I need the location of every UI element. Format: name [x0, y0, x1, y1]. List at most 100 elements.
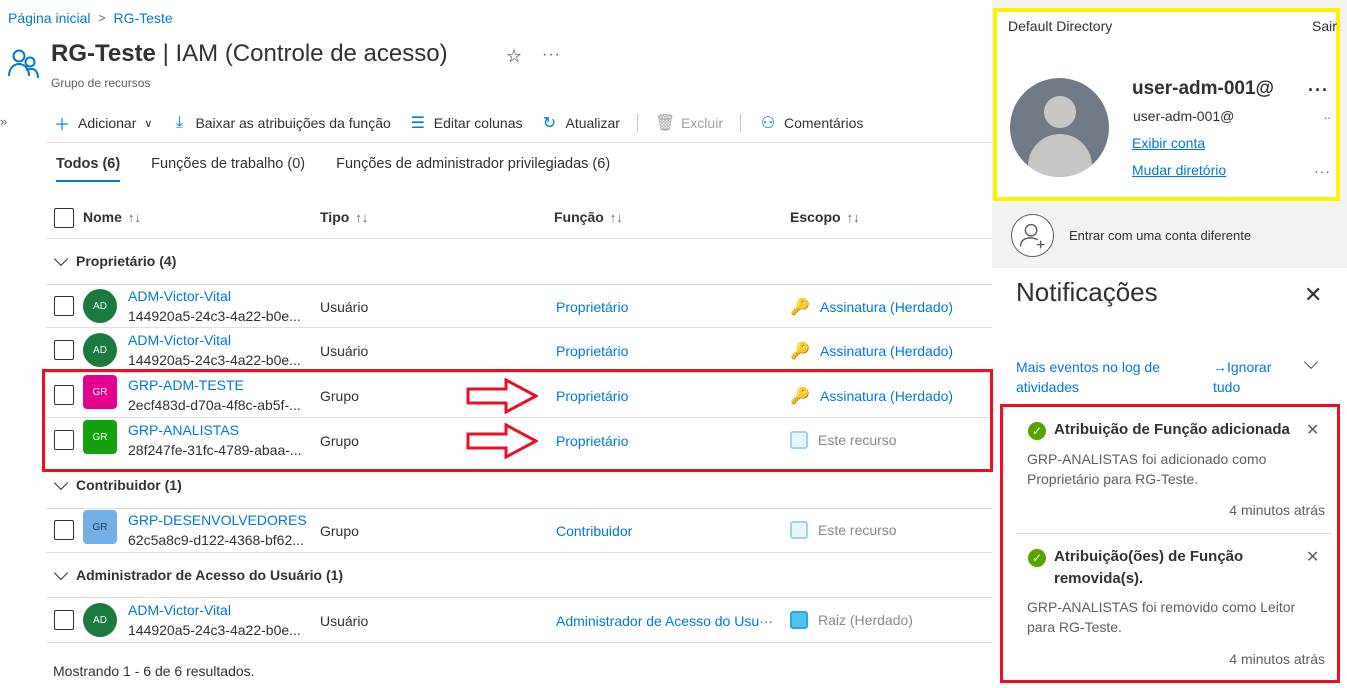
toolbar-divider — [739, 114, 741, 132]
command-bar: ＋ Adicionar ∨ ⤓ Baixar as atribuições da… — [52, 110, 880, 136]
member-object-id: 144920a5-24c3-4a22-b0e... — [128, 622, 301, 638]
group-header-contributor[interactable]: Contribuidor (1) — [53, 475, 182, 493]
close-icon[interactable]: ✕ — [1306, 547, 1319, 567]
success-icon: ✓ — [1028, 422, 1046, 440]
group-header-user-access-admin[interactable]: Administrador de Acesso do Usuário (1) — [53, 565, 343, 583]
star-icon[interactable]: ☆ — [506, 46, 522, 67]
view-account-link[interactable]: Exibir conta — [1132, 135, 1205, 151]
member-name-link[interactable]: GRP-DESENVOLVEDORES — [128, 512, 307, 528]
member-object-id: 144920a5-24c3-4a22-b0e... — [128, 308, 301, 324]
member-object-id: 62c5a8c9-d122-4368-bf62... — [128, 532, 304, 548]
refresh-button[interactable]: ↻ Atualizar — [540, 113, 620, 133]
close-icon[interactable]: ✕ — [1306, 420, 1319, 440]
avatar: GR — [83, 510, 117, 544]
column-header-name[interactable]: Nome ↑↓ — [83, 209, 141, 225]
breadcrumb-home[interactable]: Página inicial — [8, 10, 91, 26]
scope-link[interactable]: 🔑 Assinatura (Herdado) — [790, 297, 953, 317]
people-icon — [8, 49, 39, 79]
feedback-button[interactable]: ⚇ Comentários — [758, 113, 864, 133]
row-checkbox[interactable] — [54, 610, 74, 630]
switch-directory-link[interactable]: Mudar diretório — [1132, 162, 1226, 178]
divider — [46, 142, 992, 143]
member-type: Usuário — [320, 613, 369, 629]
more-icon[interactable]: ··· — [1314, 163, 1331, 179]
scope-text: Este recurso — [790, 521, 897, 539]
role-link[interactable]: Contribuidor — [556, 523, 632, 539]
arrow-right-icon — [466, 378, 538, 414]
avatar: AD — [83, 603, 117, 637]
key-icon: 🔑 — [790, 299, 810, 316]
member-type: Grupo — [320, 523, 359, 539]
more-events-link[interactable]: Mais eventos no log de atividades — [1016, 357, 1196, 397]
user-name: user-adm-001@ — [1132, 78, 1275, 99]
row-checkbox[interactable] — [54, 520, 74, 540]
notifications-title: Notificações — [1016, 277, 1158, 307]
more-icon[interactable]: ··· — [542, 46, 561, 64]
divider — [46, 552, 992, 553]
success-icon: ✓ — [1028, 549, 1046, 567]
avatar: AD — [83, 289, 117, 323]
scope-link[interactable]: 🔑 Assinatura (Herdado) — [790, 341, 953, 361]
notification-body: GRP-ANALISTAS foi removido como Leitor p… — [1027, 599, 1296, 635]
close-icon[interactable]: ✕ — [1304, 282, 1322, 308]
sign-out-link[interactable]: Sair — [1312, 18, 1337, 34]
member-type: Usuário — [320, 299, 369, 315]
tab-job-functions[interactable]: Funções de trabalho (0) — [151, 156, 305, 182]
member-name-link[interactable]: ADM-Victor-Vital — [128, 602, 231, 618]
role-link[interactable]: Administrador de Acesso do Usu··· — [556, 613, 773, 629]
group-header-owner[interactable]: Proprietário (4) — [53, 251, 176, 269]
row-checkbox[interactable] — [54, 296, 74, 316]
member-name-link[interactable]: ADM-Victor-Vital — [128, 332, 231, 348]
row-checkbox[interactable] — [54, 340, 74, 360]
download-icon: ⤓ — [175, 114, 183, 131]
user-email: user-adm-001@ — [1133, 108, 1235, 124]
notifications-highlight-box — [1000, 404, 1340, 683]
page-title: RG-Teste | IAM (Controle de acesso) — [51, 40, 448, 67]
sign-in-other-account[interactable]: Entrar com uma conta diferente — [1069, 228, 1251, 243]
chevron-right-icon: > — [98, 11, 106, 25]
download-button[interactable]: ⤓ Baixar as atribuições da função — [169, 114, 391, 132]
column-header-role[interactable]: Função ↑↓ — [554, 209, 623, 225]
tab-privileged-admin[interactable]: Funções de administrador privilegiadas (… — [336, 156, 610, 182]
results-count: Mostrando 1 - 6 de 6 resultados. — [53, 663, 255, 679]
page-subtitle: Grupo de recursos — [51, 76, 151, 90]
member-name-link[interactable]: ADM-Victor-Vital — [128, 288, 231, 304]
notification-time: 4 minutos atrás — [1229, 651, 1325, 667]
edit-columns-button[interactable]: ☰ Editar colunas — [408, 113, 523, 133]
divider — [46, 508, 992, 509]
chevron-down-icon — [53, 475, 69, 490]
column-header-type[interactable]: Tipo ↑↓ — [320, 209, 368, 225]
tab-all[interactable]: Todos (6) — [56, 156, 121, 182]
management-group-icon — [790, 611, 808, 629]
dismiss-all-link[interactable]: →Ignorar tudo — [1213, 357, 1283, 397]
add-person-icon[interactable] — [1011, 214, 1054, 257]
column-header-scope[interactable]: Escopo ↑↓ — [790, 209, 860, 225]
role-link[interactable]: Proprietário — [556, 343, 628, 359]
arrow-right-icon — [466, 423, 538, 459]
refresh-icon: ↻ — [542, 115, 557, 132]
role-link[interactable]: Proprietário — [556, 299, 628, 315]
trash-icon: 🗑 — [654, 115, 676, 132]
divider — [46, 284, 992, 285]
more-icon[interactable]: ··· — [1308, 80, 1329, 101]
tab-list: Todos (6) Funções de trabalho (0) Funçõe… — [56, 156, 641, 182]
divider — [46, 597, 992, 598]
divider — [46, 238, 992, 239]
notification-title[interactable]: Atribuição(ões) de Função removida(s). — [1054, 546, 1294, 590]
key-icon: 🔑 — [790, 343, 810, 360]
expand-menu-icon[interactable]: » — [0, 114, 7, 129]
select-all-checkbox[interactable] — [54, 208, 74, 228]
truncation-dots: .. — [1324, 108, 1331, 122]
divider — [1016, 533, 1332, 534]
plus-icon: ＋ — [53, 117, 70, 134]
divider — [46, 327, 992, 328]
notification-body: GRP-ANALISTAS foi adicionado como Propri… — [1027, 451, 1267, 487]
resource-icon — [790, 521, 808, 539]
divider — [46, 642, 992, 643]
delete-button[interactable]: 🗑 Excluir — [655, 113, 723, 133]
notification-title[interactable]: Atribuição de Função adicionada — [1054, 419, 1294, 441]
breadcrumb-current[interactable]: RG-Teste — [114, 10, 173, 26]
add-button[interactable]: ＋ Adicionar ∨ — [52, 111, 152, 135]
user-avatar — [1010, 78, 1109, 177]
member-object-id: 144920a5-24c3-4a22-b0e... — [128, 352, 301, 368]
